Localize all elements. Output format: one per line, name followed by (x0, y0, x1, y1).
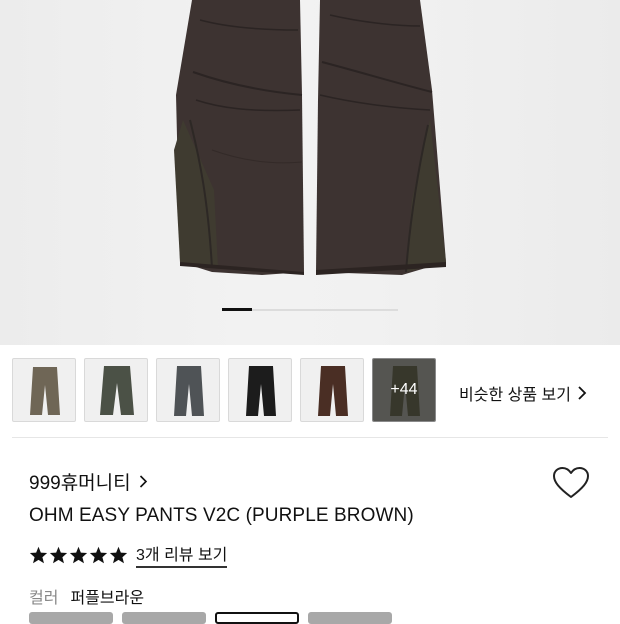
thumb-khaki[interactable] (12, 358, 76, 422)
product-hero-image[interactable] (0, 0, 620, 345)
color-value: 퍼플브라운 (70, 590, 145, 607)
similar-products-link[interactable]: 비슷한 상품 보기 (459, 381, 587, 405)
chevron-right-icon (578, 386, 587, 400)
thumb-olive-grey[interactable] (84, 358, 148, 422)
pants-thumb-icon (318, 366, 348, 416)
thumb-black[interactable] (228, 358, 292, 422)
color-swatch[interactable] (29, 612, 113, 624)
color-label: 컬러 (29, 590, 59, 607)
pants-thumb-icon (174, 366, 204, 416)
pants-thumb-icon (246, 366, 276, 416)
pants-thumb-icon (100, 366, 134, 415)
color-swatch-selected[interactable] (215, 612, 299, 624)
pants-thumb-icon (30, 367, 60, 415)
star-icon (109, 546, 128, 563)
divider (12, 437, 608, 438)
wishlist-button[interactable] (552, 466, 590, 505)
color-swatches (29, 612, 620, 624)
star-icon (89, 546, 108, 563)
brand-link[interactable]: 999휴머니티 (29, 468, 148, 495)
chevron-right-icon (139, 475, 147, 488)
color-swatch[interactable] (122, 612, 206, 624)
color-swatch[interactable] (308, 612, 392, 624)
heart-icon (553, 467, 589, 498)
star-rating (29, 546, 128, 564)
star-icon (29, 546, 48, 563)
thumb-charcoal[interactable] (156, 358, 220, 422)
brand-name: 999휴머니티 (29, 473, 131, 494)
more-images-count: +44 (373, 359, 435, 421)
rating-row: 3개 리뷰 보기 (29, 541, 228, 568)
pants-photo (174, 0, 446, 275)
image-pager-active (222, 308, 252, 311)
star-icon (49, 546, 68, 563)
image-pager (222, 308, 398, 311)
thumb-more[interactable]: +44 (372, 358, 436, 422)
star-icon (69, 546, 88, 563)
color-option-row: 컬러 퍼플브라운 (29, 584, 144, 608)
reviews-link[interactable]: 3개 리뷰 보기 (136, 541, 228, 568)
thumb-brown[interactable] (300, 358, 364, 422)
similar-products-label: 비슷한 상품 보기 (459, 387, 571, 404)
product-title: OHM EASY PANTS V2C (PURPLE BROWN) (29, 505, 414, 526)
